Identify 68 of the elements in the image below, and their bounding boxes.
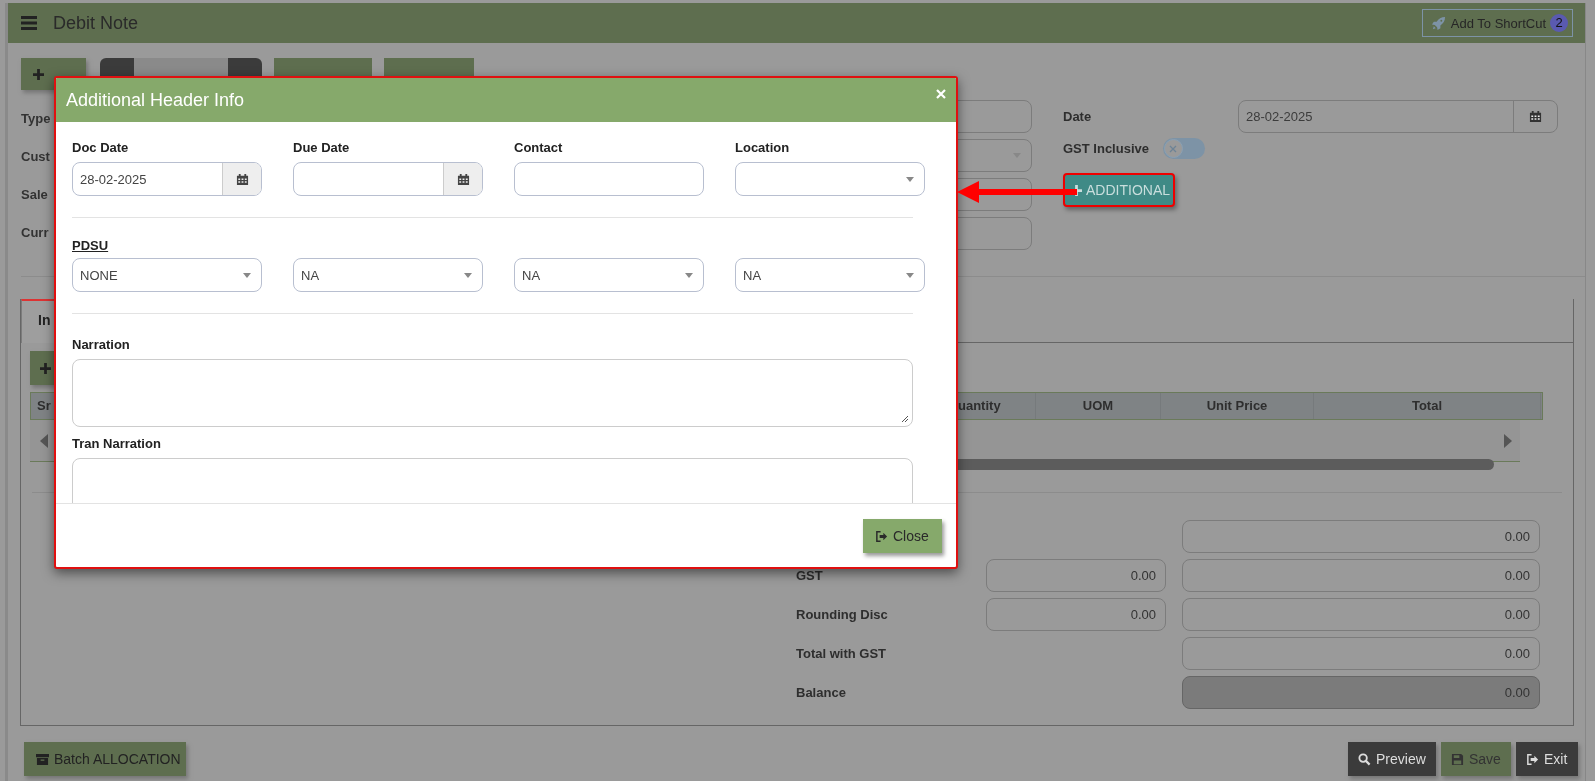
rocket-icon [1430,15,1446,31]
select-field[interactable]: NA [293,258,483,292]
plus-icon [40,362,51,374]
exit-icon [875,529,888,543]
calendar-icon [1529,110,1542,123]
field-label: Cust [21,148,50,166]
caret-icon [685,272,693,278]
amount-field[interactable]: 0.00 [1182,559,1540,592]
exit-button[interactable]: Exit [1516,742,1578,776]
close-icon [936,89,946,99]
input-field[interactable] [514,162,704,196]
close-button[interactable]: Close [863,519,942,553]
date-field[interactable] [293,162,483,196]
field-label: Location [735,140,791,155]
column-header: Total [1314,393,1541,419]
dialog-title: Additional Header Info [66,89,245,111]
plus-icon [33,68,44,80]
batch-button[interactable]: Batch ALLOCATION [24,742,186,776]
calendar-icon [456,172,470,186]
date-field[interactable]: 28-02-2025 [1238,100,1558,133]
column-header: UOM [1036,393,1161,419]
preview-button[interactable]: Preview [1348,742,1436,776]
additional-button[interactable]: ADDITIONAL [1063,173,1175,207]
field-label: Curr [21,224,49,242]
resize-handle-icon [901,415,909,423]
amount-field[interactable]: 0.00 [986,598,1166,631]
amount-field[interactable]: 0.00 [1182,520,1540,553]
toggle-switch[interactable] [1163,138,1205,159]
close-button[interactable] [936,89,946,99]
exit-icon [1526,752,1539,766]
floppy-icon [1451,752,1464,766]
caret-icon [906,272,914,278]
field-label: Date [1063,109,1093,124]
archive-icon [36,752,49,766]
date-field[interactable]: 28-02-2025 [72,162,262,196]
select-field[interactable] [735,162,925,196]
amount-field[interactable]: 0.00 [1182,598,1540,631]
caret-icon [243,272,251,278]
field-label: GST Inclusive [1063,141,1149,156]
total-label: Rounding Disc [796,607,889,622]
caret-icon [906,176,914,182]
search-icon [1358,752,1371,766]
caret-icon [464,272,472,278]
column-header: Unit Price [1161,393,1314,419]
field-label: Tran Narration [72,436,162,451]
select-field[interactable]: NONE [72,258,262,292]
total-label: Total with GST [796,646,888,661]
amount-field[interactable]: 0.00 [986,559,1166,592]
add-to-shortcut-button[interactable]: Add To ShortCut 2 [1421,9,1573,37]
menu-icon [21,16,37,30]
cross-icon [1169,144,1178,153]
save-button[interactable]: Save [1441,742,1511,776]
field-label: Doc Date [72,140,130,155]
total-label: GST [796,568,824,583]
amount-field[interactable]: 0.00 [1182,637,1540,670]
field-label: Due Date [293,140,351,155]
calendar-icon [235,172,249,186]
narration-field[interactable] [72,359,913,427]
page-title: Debit Note [53,12,139,34]
field-label: Contact [514,140,564,155]
field-label: Type [21,110,51,128]
select-field[interactable]: NA [514,258,704,292]
select-field[interactable]: NA [735,258,925,292]
section-label: PDSU [72,238,110,253]
count-badge: 2 [1550,14,1568,32]
total-label: Balance [796,685,847,700]
field-label: Narration [72,337,131,352]
field-label: Sale [21,186,48,204]
